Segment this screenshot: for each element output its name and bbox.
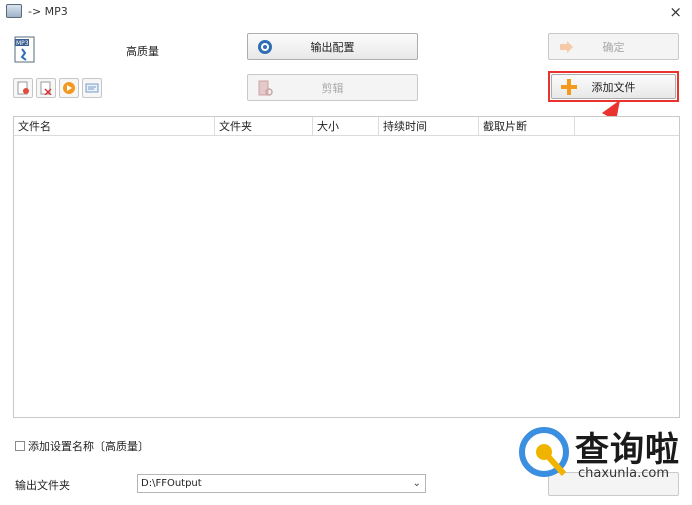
add-setting-name-label: 添加设置名称〔高质量〕 [28,440,149,453]
clip-button[interactable]: 剪辑 [247,74,418,101]
table-header: 文件名 文件夹 大小 持续时间 截取片断 [14,117,679,136]
app-icon [6,4,22,18]
output-folder-label: 输出文件夹 [15,479,70,492]
window-title: -> MP3 [28,5,68,18]
clear-list-button[interactable] [36,78,56,98]
file-toolbar [13,78,102,98]
confirm-label: 确定 [602,40,625,54]
column-header[interactable]: 持续时间 [379,117,479,136]
close-icon[interactable]: × [669,3,682,21]
play-button[interactable] [59,78,79,98]
highlight-box [548,71,679,102]
add-setting-name-checkbox[interactable] [15,441,25,451]
column-header[interactable]: 截取片断 [479,117,575,136]
info-button[interactable] [82,78,102,98]
column-header[interactable]: 文件名 [14,117,215,136]
info-icon [85,83,99,93]
clear-icon [40,81,52,95]
watermark-url: chaxunla.com [578,466,669,481]
file-list-table[interactable]: 文件名 文件夹 大小 持续时间 截取片断 [13,116,680,418]
output-config-button[interactable]: 输出配置 [247,33,418,60]
svg-text:MP3: MP3 [16,40,29,47]
quality-label: 高质量 [126,45,159,58]
output-folder-value: D:\FFOutput [141,478,202,489]
confirm-button[interactable]: 确定 [548,33,679,60]
play-icon [63,82,75,94]
column-header[interactable]: 大小 [313,117,379,136]
watermark-brand: 查询啦 [575,430,680,470]
add-setting-name-option[interactable]: 添加设置名称〔高质量〕 [15,438,149,454]
clip-label: 剪辑 [321,81,344,95]
column-header[interactable]: 文件夹 [215,117,313,136]
mp3-file-icon: MP3 [14,36,35,63]
remove-file-button[interactable] [13,78,33,98]
output-config-label: 输出配置 [310,40,355,54]
chevron-down-icon: ⌄ [412,478,421,489]
output-folder-select[interactable]: D:\FFOutput ⌄ [137,474,426,493]
title-bar: -> MP3 × [0,0,692,24]
file-remove-icon [17,81,29,95]
